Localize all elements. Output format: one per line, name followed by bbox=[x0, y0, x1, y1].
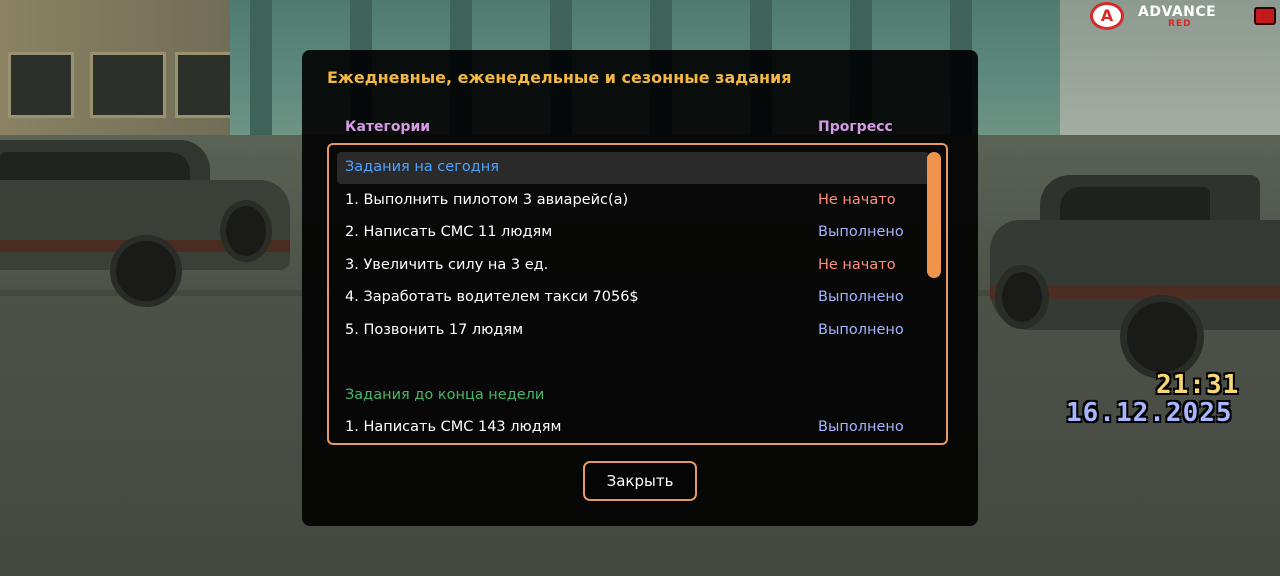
car-left bbox=[0, 140, 300, 307]
task-name: 4. Заработать водителем такси 7056$ bbox=[345, 289, 639, 305]
tasks-list[interactable]: Задания на сегодня 1. Выполнить пилотом … bbox=[327, 143, 948, 445]
list-scrollbar[interactable] bbox=[927, 152, 941, 278]
column-header-progress: Прогресс bbox=[818, 119, 893, 135]
hud-clock: 21:31 bbox=[1156, 370, 1240, 400]
task-row[interactable]: 4. Заработать водителем такси 7056$ Выпо… bbox=[337, 282, 929, 314]
task-row[interactable]: 1. Выполнить пилотом 3 авиарейс(а) Не на… bbox=[337, 185, 929, 217]
task-name: 3. Увеличить силу на 3 ед. bbox=[345, 257, 549, 273]
building-left bbox=[0, 0, 250, 150]
health-icon bbox=[1254, 7, 1276, 25]
task-status: Не начато bbox=[818, 192, 896, 208]
dialog-title: Ежедневные, еженедельные и сезонные зада… bbox=[327, 68, 792, 87]
section-label: Задания на сегодня bbox=[345, 159, 499, 175]
task-name: 2. Написать СМС 11 людям bbox=[345, 224, 553, 240]
task-status: Выполнено bbox=[818, 419, 904, 435]
tasks-dialog: Ежедневные, еженедельные и сезонные зада… bbox=[302, 50, 978, 526]
task-row[interactable]: 3. Увеличить силу на 3 ед. Не начато bbox=[337, 250, 929, 282]
advance-red-logo-icon: A bbox=[1090, 2, 1124, 30]
task-name: 1. Написать СМС 143 людям bbox=[345, 419, 562, 435]
section-header-week[interactable]: Задания до конца недели bbox=[337, 380, 929, 412]
section-label: Задания до конца недели bbox=[345, 387, 545, 403]
task-status: Выполнено bbox=[818, 322, 904, 338]
column-header-category: Категории bbox=[345, 119, 431, 135]
hud-date: 16.12.2025 bbox=[1066, 398, 1233, 428]
task-row[interactable]: 1. Написать СМС 143 людям Выполнено bbox=[337, 412, 929, 443]
task-status: Не начато bbox=[818, 257, 896, 273]
task-row[interactable]: 2. Написать СМС 11 людям Выполнено bbox=[337, 217, 929, 249]
task-status: Выполнено bbox=[818, 289, 904, 305]
logo-text: ADVANCE bbox=[1138, 4, 1217, 20]
task-name: 1. Выполнить пилотом 3 авиарейс(а) bbox=[345, 192, 629, 208]
car-right bbox=[990, 175, 1280, 379]
server-logo: A ADVANCE RED bbox=[1090, 2, 1220, 32]
task-row[interactable]: 5. Позвонить 17 людям Выполнено bbox=[337, 315, 929, 347]
task-status: Выполнено bbox=[818, 224, 904, 240]
logo-subtext: RED bbox=[1168, 19, 1192, 29]
task-name: 5. Позвонить 17 людям bbox=[345, 322, 524, 338]
close-button[interactable]: Закрыть bbox=[583, 461, 697, 501]
section-header-today[interactable]: Задания на сегодня bbox=[337, 152, 929, 184]
